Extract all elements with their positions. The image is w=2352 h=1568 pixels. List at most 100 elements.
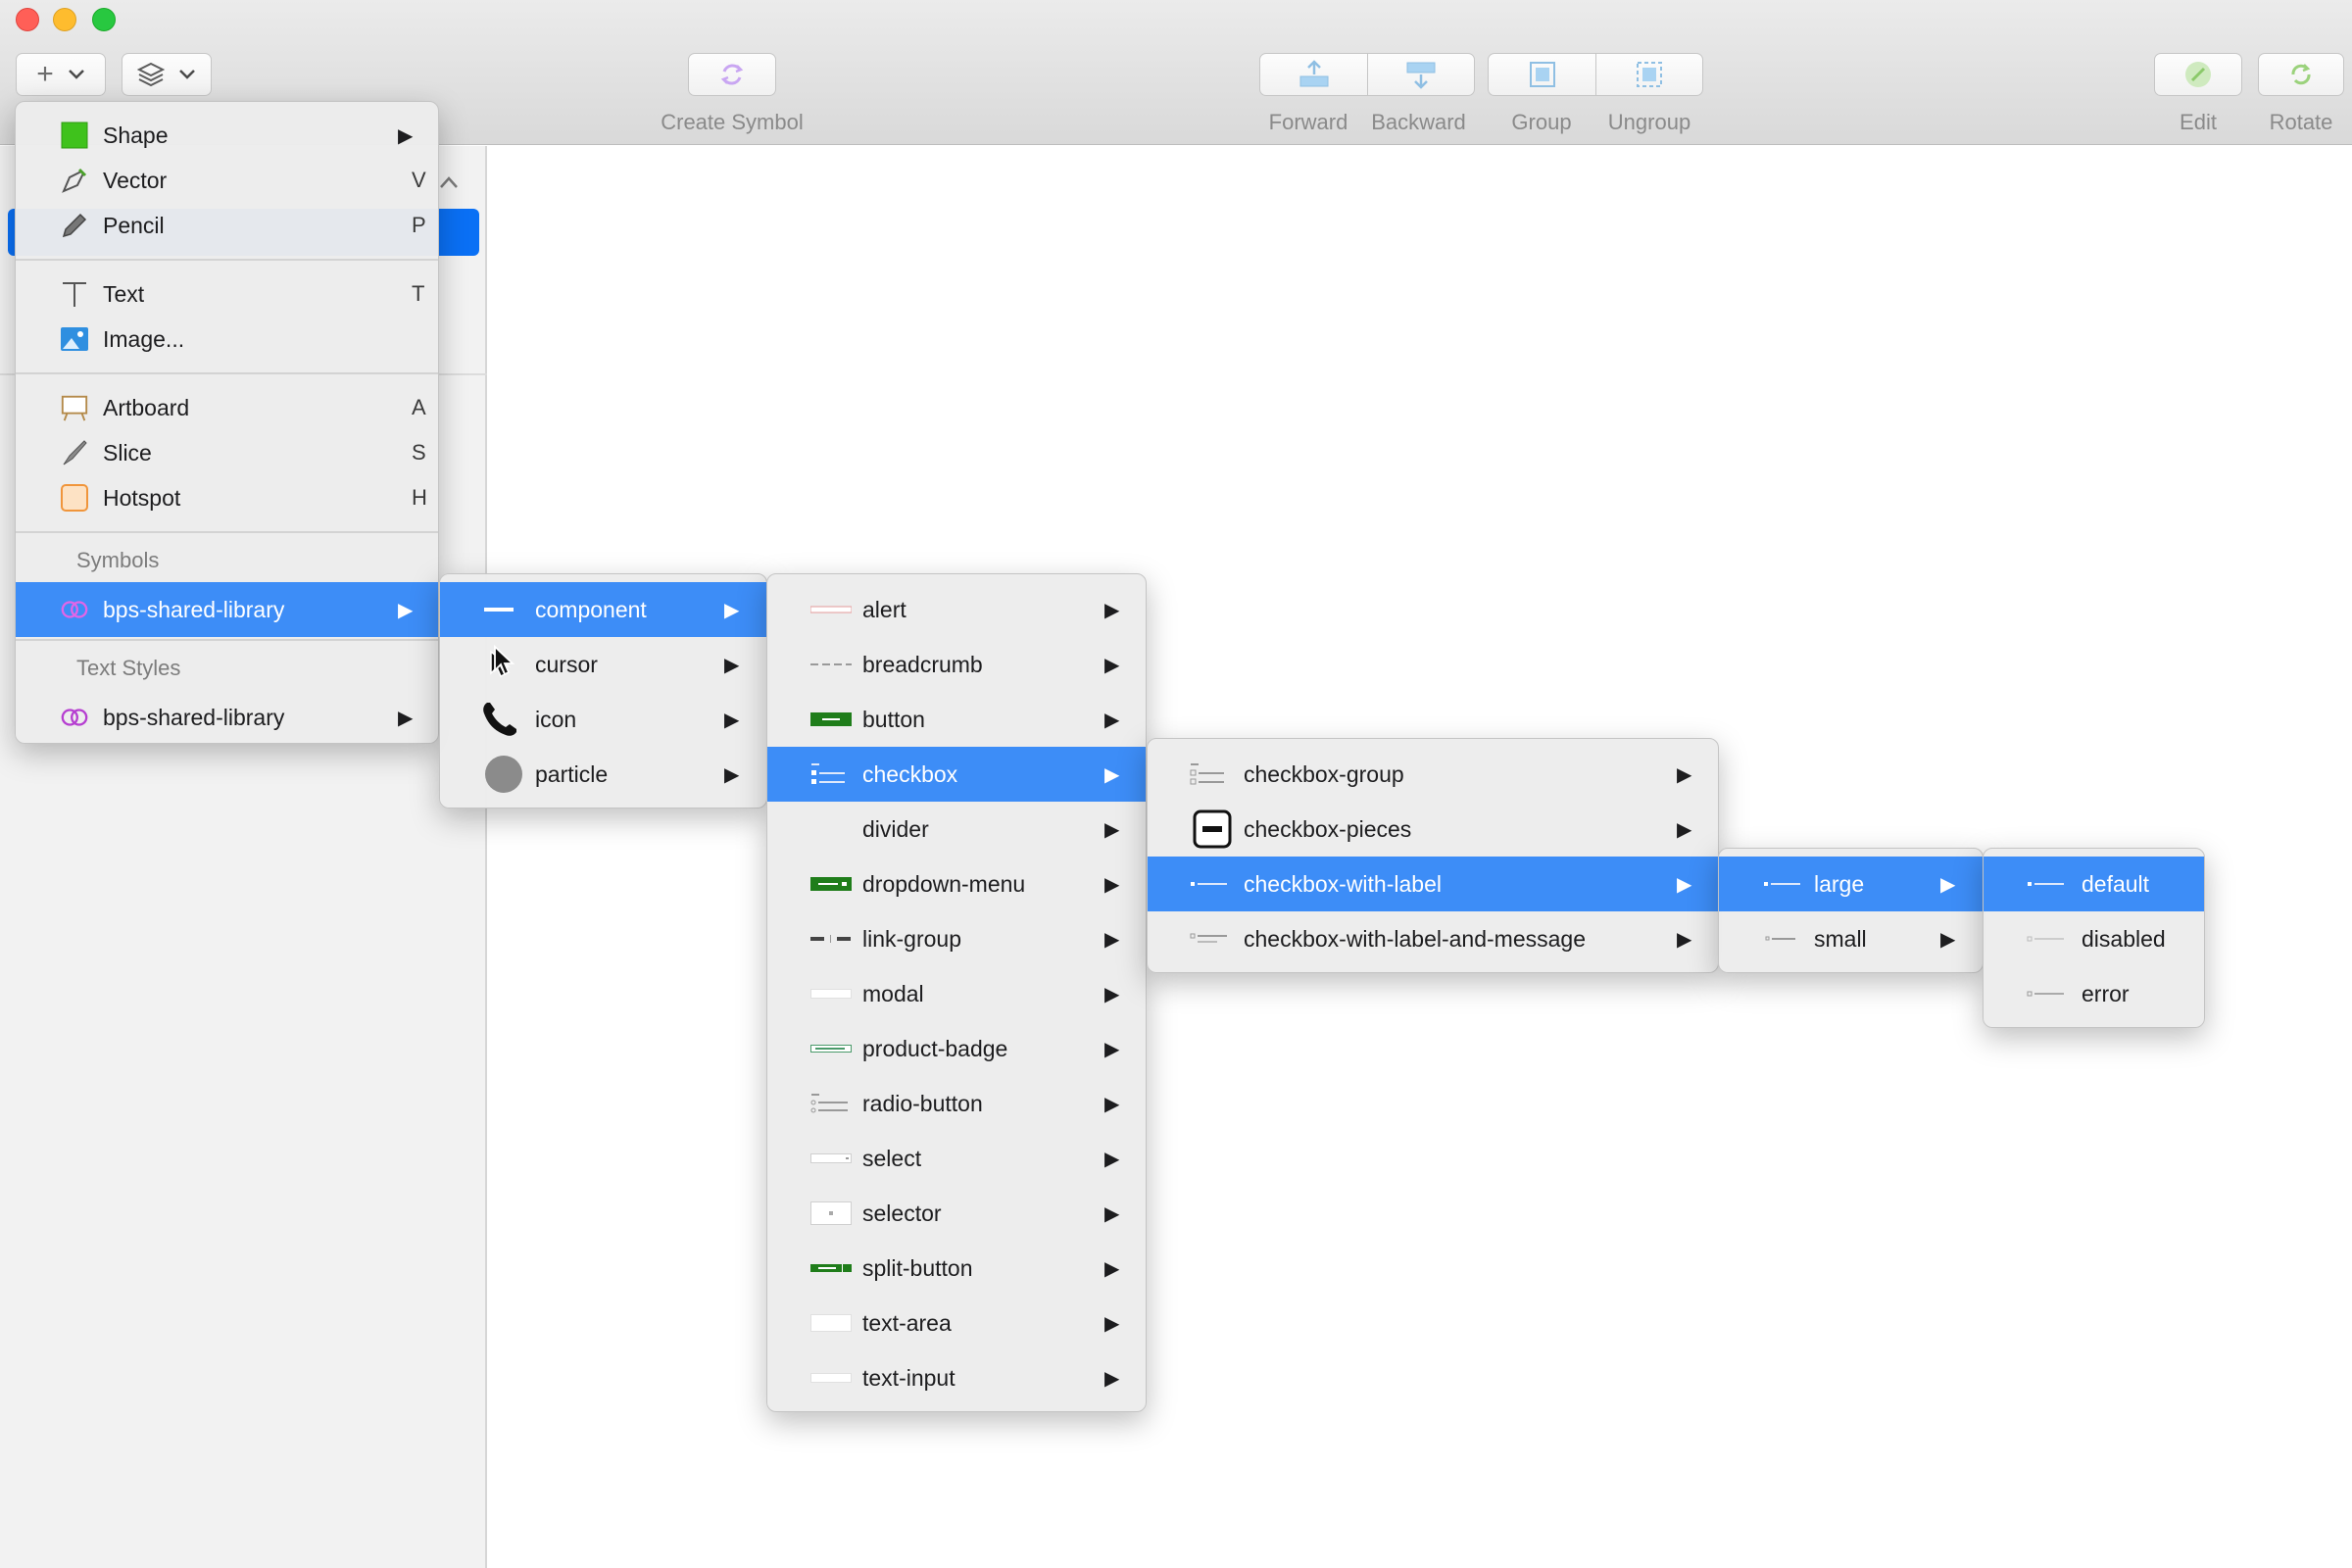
forward-button[interactable] xyxy=(1260,54,1367,95)
menu-item-error[interactable]: error xyxy=(1984,966,2204,1021)
checkbox-group-thumbnail-icon xyxy=(1190,760,1231,789)
library-link-icon xyxy=(60,703,89,732)
disabled-state-thumbnail-icon xyxy=(2027,924,2068,954)
layers-button[interactable] xyxy=(122,53,212,96)
submenu-arrow-icon: ▶ xyxy=(1104,763,1120,786)
chevron-up-icon[interactable] xyxy=(439,170,459,195)
submenu-arrow-icon: ▶ xyxy=(1104,928,1120,951)
component-line-icon xyxy=(484,595,514,624)
submenu-arrow-icon: ▶ xyxy=(398,707,414,729)
submenu-arrow-icon: ▶ xyxy=(1677,818,1692,841)
menu-item-text-area[interactable]: text-area ▶ xyxy=(767,1296,1146,1350)
size-submenu: large ▶ small ▶ xyxy=(1718,848,1984,973)
state-submenu: default disabled error xyxy=(1983,848,2205,1028)
menu-item-button[interactable]: button ▶ xyxy=(767,692,1146,747)
rotate-button[interactable] xyxy=(2258,53,2344,96)
menu-item-selector[interactable]: selector ▶ xyxy=(767,1186,1146,1241)
menu-item-large[interactable]: large ▶ xyxy=(1719,857,1983,911)
group-icon xyxy=(1529,62,1555,87)
menu-item-particle[interactable]: particle ▶ xyxy=(440,747,766,802)
slice-knife-icon xyxy=(60,438,89,467)
menu-item-alert[interactable]: alert ▶ xyxy=(767,582,1146,637)
create-symbol-button[interactable] xyxy=(688,53,776,96)
menu-item-hotspot[interactable]: Hotspot H xyxy=(16,470,438,525)
menu-item-image[interactable]: Image... xyxy=(16,312,438,367)
menu-item-dropdown-menu[interactable]: dropdown-menu ▶ xyxy=(767,857,1146,911)
submenu-arrow-icon: ▶ xyxy=(1104,818,1120,841)
submenu-arrow-icon: ▶ xyxy=(1940,928,1956,951)
menu-separator xyxy=(16,531,438,533)
submenu-arrow-icon: ▶ xyxy=(1104,599,1120,621)
insert-button[interactable]: + xyxy=(16,53,106,96)
close-window-button[interactable] xyxy=(16,8,39,31)
submenu-arrow-icon: ▶ xyxy=(1677,763,1692,786)
minimize-window-button[interactable] xyxy=(53,8,76,31)
layers-icon xyxy=(137,62,165,87)
menu-item-breadcrumb[interactable]: breadcrumb ▶ xyxy=(767,637,1146,692)
forward-label: Forward xyxy=(1268,110,1348,134)
submenu-arrow-icon: ▶ xyxy=(1677,928,1692,951)
menu-item-text-input[interactable]: text-input ▶ xyxy=(767,1350,1146,1405)
menu-item-icon[interactable]: icon ▶ xyxy=(440,692,766,747)
menu-item-disabled[interactable]: disabled xyxy=(1984,911,2204,966)
menu-item-radio-button[interactable]: radio-button ▶ xyxy=(767,1076,1146,1131)
menu-item-divider[interactable]: divider ▶ xyxy=(767,802,1146,857)
menu-item-product-badge[interactable]: product-badge ▶ xyxy=(767,1021,1146,1076)
menu-item-select[interactable]: select ▶ xyxy=(767,1131,1146,1186)
group-button[interactable] xyxy=(1489,54,1595,95)
menu-item-component[interactable]: component ▶ xyxy=(440,582,766,637)
mouse-pointer-icon xyxy=(493,644,516,683)
link-group-thumbnail-icon xyxy=(810,924,852,954)
submenu-arrow-icon: ▶ xyxy=(398,124,414,147)
edit-button[interactable] xyxy=(2154,53,2242,96)
menu-item-cursor[interactable]: cursor ▶ xyxy=(440,637,766,692)
checkbox-with-message-thumbnail-icon xyxy=(1190,924,1231,954)
menu-item-modal[interactable]: modal ▶ xyxy=(767,966,1146,1021)
error-state-thumbnail-icon xyxy=(2027,979,2068,1008)
group-label: Group xyxy=(1511,110,1572,134)
breadcrumb-thumbnail-icon xyxy=(810,650,852,679)
menu-item-text-styles-library[interactable]: bps-shared-library ▶ xyxy=(16,690,438,745)
submenu-arrow-icon: ▶ xyxy=(1104,983,1120,1005)
component-submenu: alert ▶ breadcrumb ▶ button ▶ checkbox ▶… xyxy=(766,573,1147,1412)
submenu-arrow-icon: ▶ xyxy=(1104,873,1120,896)
vector-pen-icon xyxy=(60,166,89,195)
ungroup-button[interactable] xyxy=(1595,54,1702,95)
checkbox-submenu: checkbox-group ▶ checkbox-pieces ▶ check… xyxy=(1147,738,1719,973)
checkbox-thumbnail-icon xyxy=(810,760,852,789)
backward-label: Backward xyxy=(1371,110,1466,134)
text-styles-section-label: Text Styles xyxy=(76,656,181,680)
menu-separator xyxy=(16,259,438,261)
text-icon xyxy=(60,279,89,309)
library-link-icon xyxy=(60,595,89,624)
menu-item-checkbox-group[interactable]: checkbox-group ▶ xyxy=(1148,747,1718,802)
menu-item-pencil[interactable]: Pencil P xyxy=(16,198,438,253)
zoom-window-button[interactable] xyxy=(92,8,116,31)
phone-icon xyxy=(479,699,520,740)
submenu-arrow-icon: ▶ xyxy=(1104,1038,1120,1060)
radio-button-thumbnail-icon xyxy=(810,1089,852,1118)
arrange-group xyxy=(1259,53,1475,96)
menu-item-checkbox[interactable]: checkbox ▶ xyxy=(767,747,1146,802)
submenu-arrow-icon: ▶ xyxy=(1104,1093,1120,1115)
create-symbol-icon xyxy=(720,64,744,85)
insert-menu: Shape ▶ Vector V Pencil P Text T Image..… xyxy=(15,101,439,744)
submenu-arrow-icon: ▶ xyxy=(1104,1257,1120,1280)
submenu-arrow-icon: ▶ xyxy=(398,599,414,621)
select-thumbnail-icon xyxy=(810,1144,852,1173)
menu-item-checkbox-with-label[interactable]: checkbox-with-label ▶ xyxy=(1148,857,1718,911)
menu-item-symbols-library[interactable]: bps-shared-library ▶ xyxy=(16,582,438,637)
menu-item-checkbox-with-label-and-message[interactable]: checkbox-with-label-and-message ▶ xyxy=(1148,911,1718,966)
default-state-thumbnail-icon xyxy=(2027,869,2068,899)
submenu-arrow-icon: ▶ xyxy=(1104,1148,1120,1170)
library-submenu: component ▶ cursor ▶ icon ▶ particle ▶ xyxy=(439,573,767,808)
menu-item-small[interactable]: small ▶ xyxy=(1719,911,1983,966)
menu-item-split-button[interactable]: split-button ▶ xyxy=(767,1241,1146,1296)
small-checkbox-thumbnail-icon xyxy=(1763,924,1804,954)
menu-item-checkbox-pieces[interactable]: checkbox-pieces ▶ xyxy=(1148,802,1718,857)
shape-icon xyxy=(60,121,89,150)
backward-button[interactable] xyxy=(1367,54,1474,95)
rotate-label: Rotate xyxy=(2269,110,2333,134)
menu-item-link-group[interactable]: link-group ▶ xyxy=(767,911,1146,966)
menu-item-default[interactable]: default xyxy=(1984,857,2204,911)
